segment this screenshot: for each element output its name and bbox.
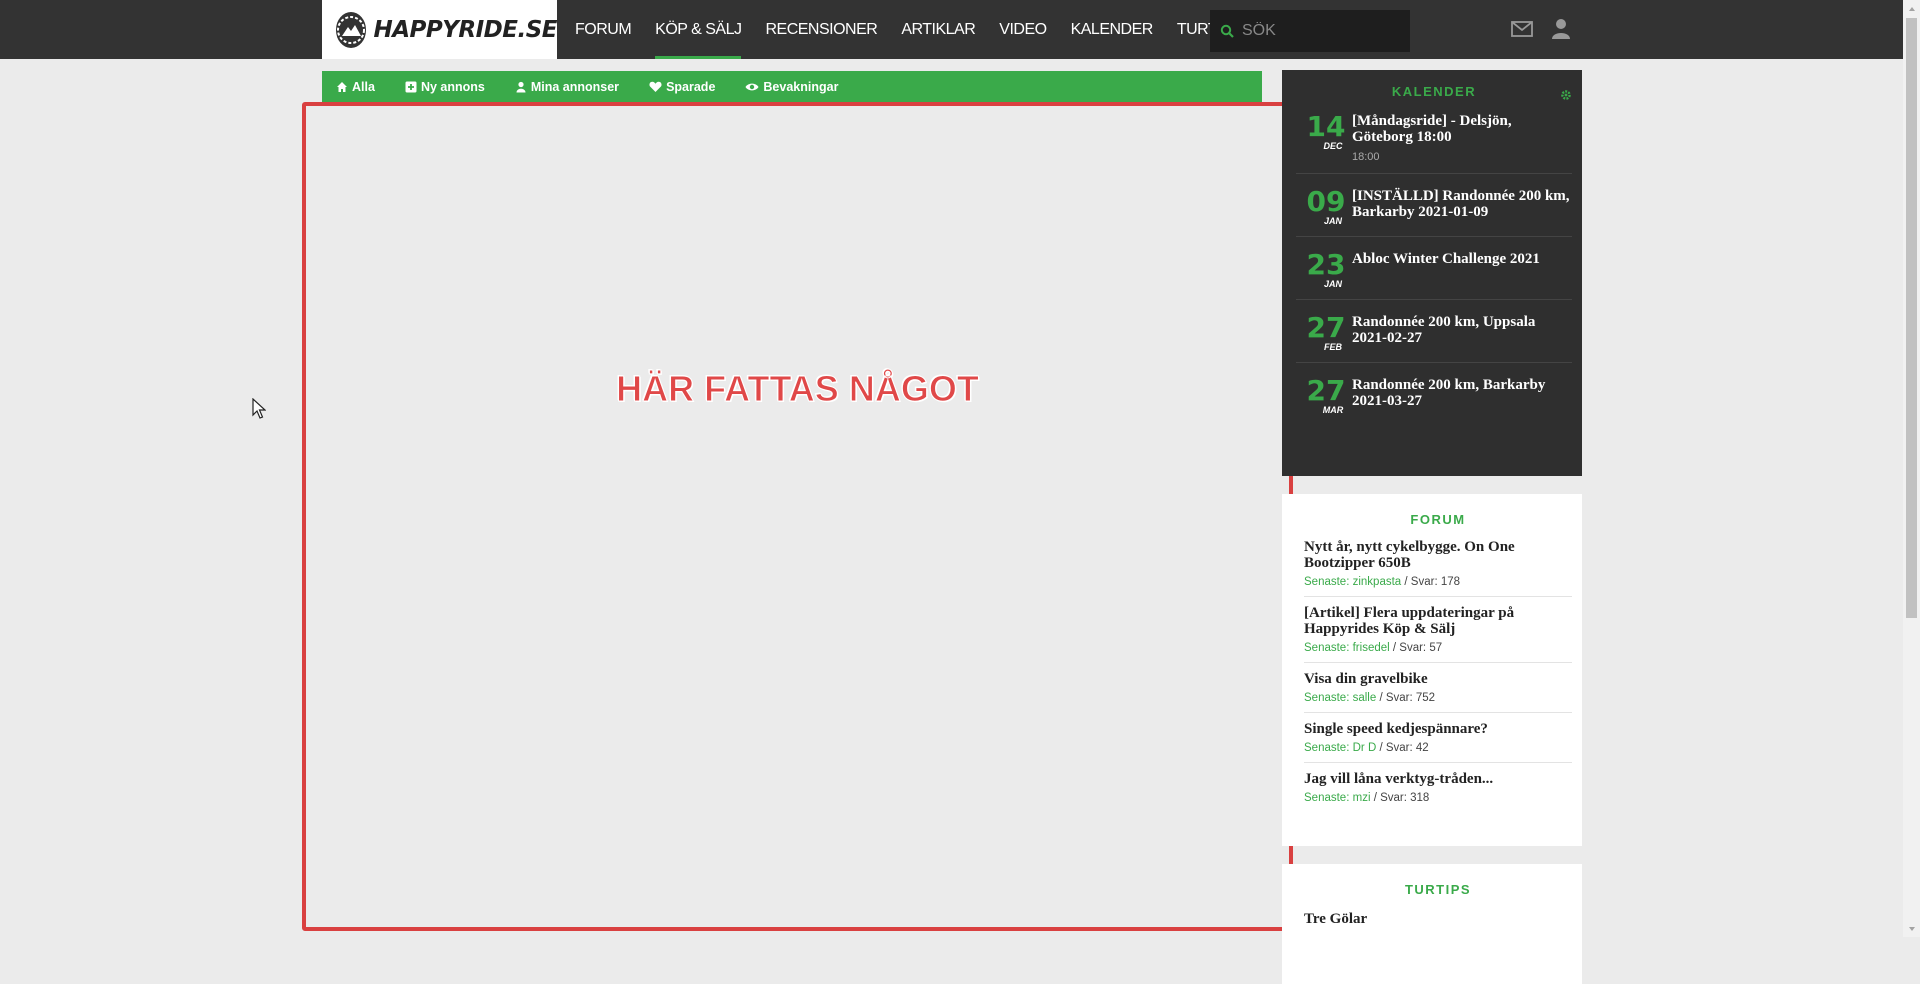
thread-latest-prefix: Senaste: bbox=[1304, 692, 1350, 704]
event-title[interactable]: Randonnée 200 km, Uppsala 2021-02-27 bbox=[1352, 314, 1572, 346]
nav-item-recensioner[interactable]: RECENSIONER bbox=[753, 0, 889, 59]
turtips-widget: TURTIPS Tre Gölar bbox=[1282, 864, 1582, 984]
forum-thread: Jag vill låna verktyg-tråden... Senaste:… bbox=[1304, 763, 1572, 812]
thread-title[interactable]: Jag vill låna verktyg-tråden... bbox=[1304, 771, 1572, 787]
thread-title[interactable]: Nytt år, nytt cykelbygge. On One Bootzip… bbox=[1304, 539, 1572, 571]
event-day: 27 bbox=[1306, 374, 1346, 407]
thread-latest-prefix: Senaste: bbox=[1304, 576, 1350, 588]
forum-thread: Single speed kedjespännare? Senaste: Dr … bbox=[1304, 713, 1572, 763]
main-content-placeholder: HÄR FATTAS NÅGOT bbox=[302, 102, 1293, 931]
forum-title: FORUM bbox=[1410, 512, 1466, 527]
thread-replies: / Svar: 42 bbox=[1379, 742, 1429, 754]
thread-latest-user[interactable]: salle bbox=[1353, 692, 1377, 704]
thread-latest-user[interactable]: zinkpasta bbox=[1353, 576, 1402, 588]
event-time: 18:00 bbox=[1352, 151, 1380, 163]
eye-icon bbox=[745, 83, 759, 90]
search-icon bbox=[1220, 24, 1234, 38]
heart-icon bbox=[649, 81, 662, 92]
event-day: 14 bbox=[1306, 110, 1346, 143]
thread-latest-prefix: Senaste: bbox=[1304, 742, 1350, 754]
thread-latest-user[interactable]: Dr D bbox=[1353, 742, 1377, 754]
nav-item-artiklar[interactable]: ARTIKLAR bbox=[889, 0, 987, 59]
scroll-down-arrow-icon[interactable] bbox=[1903, 920, 1920, 937]
missing-content-annotation: HÄR FATTAS NÅGOT bbox=[616, 368, 980, 410]
calendar-event[interactable]: 27 FEB Randonnée 200 km, Uppsala 2021-02-… bbox=[1296, 300, 1572, 363]
event-day: 23 bbox=[1306, 248, 1346, 281]
thread-replies: / Svar: 57 bbox=[1392, 642, 1443, 654]
forum-widget: FORUM Nytt år, nytt cykelbygge. On One B… bbox=[1282, 494, 1582, 846]
thread-title[interactable]: [Artikel] Flera uppdateringar på Happyri… bbox=[1304, 605, 1572, 637]
subnav-new-ad-label: Ny annons bbox=[420, 79, 485, 94]
subnav-my-ads-label: Mina annonser bbox=[530, 79, 620, 94]
forum-thread: Nytt år, nytt cykelbygge. On One Bootzip… bbox=[1304, 531, 1572, 597]
subnav-saved[interactable]: Sparade bbox=[649, 80, 715, 94]
calendar-widget: KALENDER 14 DEC [Måndagsride] - Delsjön, … bbox=[1282, 70, 1582, 476]
search-input[interactable] bbox=[1240, 21, 1390, 41]
user-icon[interactable] bbox=[1549, 17, 1573, 41]
thread-latest-prefix: Senaste: bbox=[1304, 642, 1350, 654]
nav-item-kop-salj[interactable]: KÖP & SÄLJ bbox=[643, 0, 753, 59]
mouse-cursor-icon bbox=[252, 397, 267, 425]
thread-latest-prefix: Senaste: bbox=[1304, 792, 1350, 804]
nav-item-kalender[interactable]: KALENDER bbox=[1059, 0, 1165, 59]
calendar-title: KALENDER bbox=[1391, 84, 1477, 99]
subnav-watches[interactable]: Bevakningar bbox=[745, 80, 838, 94]
thread-latest-user[interactable]: frisedel bbox=[1353, 642, 1390, 654]
scroll-up-arrow-icon[interactable] bbox=[1903, 0, 1920, 17]
subnav-all-label: Alla bbox=[352, 79, 375, 94]
scrollbar-thumb[interactable] bbox=[1906, 18, 1917, 618]
turtip-title[interactable]: Tre Gölar bbox=[1304, 911, 1572, 928]
thread-replies: / Svar: 178 bbox=[1404, 576, 1461, 588]
gear-icon[interactable] bbox=[1560, 88, 1572, 106]
forum-thread: Visa din gravelbike Senaste: salle / Sva… bbox=[1304, 663, 1572, 713]
right-sidebar: KALENDER 14 DEC [Måndagsride] - Delsjön, … bbox=[1282, 70, 1582, 984]
event-day: 27 bbox=[1306, 311, 1346, 344]
user-small-icon bbox=[516, 81, 526, 92]
calendar-event[interactable]: 23 JAN Abloc Winter Challenge 2021 bbox=[1296, 237, 1572, 300]
logo-text: HAPPYRIDE.SE bbox=[373, 16, 557, 43]
thread-replies: / Svar: 752 bbox=[1379, 692, 1436, 704]
plus-square-icon bbox=[405, 81, 417, 92]
event-day: 09 bbox=[1306, 185, 1346, 218]
event-title[interactable]: Abloc Winter Challenge 2021 bbox=[1352, 251, 1540, 267]
main-nav: FORUM KÖP & SÄLJ RECENSIONER ARTIKLAR VI… bbox=[563, 0, 1321, 59]
marketplace-subnav: Alla Ny annons Mina annonser Sparade Bev… bbox=[322, 71, 1262, 102]
thread-latest-user[interactable]: mzi bbox=[1353, 792, 1371, 804]
nav-item-forum[interactable]: FORUM bbox=[563, 0, 643, 59]
page-scrollbar[interactable] bbox=[1903, 0, 1920, 937]
subnav-my-ads[interactable]: Mina annonser bbox=[515, 80, 619, 94]
home-icon bbox=[337, 81, 347, 92]
site-logo[interactable]: HAPPYRIDE.SE bbox=[322, 0, 557, 59]
subnav-all[interactable]: Alla bbox=[336, 80, 375, 94]
thread-title[interactable]: Single speed kedjespännare? bbox=[1304, 721, 1572, 737]
subnav-saved-label: Sparade bbox=[666, 79, 716, 94]
envelope-icon[interactable] bbox=[1510, 17, 1534, 41]
logo-mountain-icon bbox=[336, 11, 367, 48]
event-title[interactable]: [INSTÄLLD] Randonnée 200 km, Barkarby 20… bbox=[1352, 188, 1572, 220]
nav-item-video[interactable]: VIDEO bbox=[987, 0, 1058, 59]
subnav-watches-label: Bevakningar bbox=[763, 79, 839, 94]
calendar-event[interactable]: 27 MAR Randonnée 200 km, Barkarby 2021-03… bbox=[1296, 363, 1572, 425]
event-title[interactable]: [Måndagsride] - Delsjön, Göteborg 18:00 bbox=[1352, 113, 1572, 145]
thread-replies: / Svar: 318 bbox=[1373, 792, 1430, 804]
top-navigation-bar: HAPPYRIDE.SE FORUM KÖP & SÄLJ RECENSIONE… bbox=[0, 0, 1920, 59]
turtips-title: TURTIPS bbox=[1404, 882, 1472, 897]
calendar-event[interactable]: 14 DEC [Måndagsride] - Delsjön, Göteborg … bbox=[1296, 99, 1572, 174]
forum-thread: [Artikel] Flera uppdateringar på Happyri… bbox=[1304, 597, 1572, 663]
subnav-new-ad[interactable]: Ny annons bbox=[405, 80, 485, 94]
thread-title[interactable]: Visa din gravelbike bbox=[1304, 671, 1572, 687]
event-title[interactable]: Randonnée 200 km, Barkarby 2021-03-27 bbox=[1352, 377, 1572, 409]
search-box bbox=[1210, 10, 1410, 52]
calendar-event[interactable]: 09 JAN [INSTÄLLD] Randonnée 200 km, Barka… bbox=[1296, 174, 1572, 237]
